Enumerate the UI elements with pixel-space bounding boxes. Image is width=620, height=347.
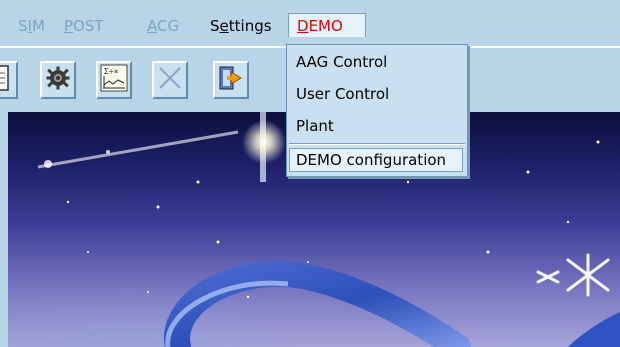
formula-chart-button[interactable]: Σ÷× xyxy=(96,61,132,99)
menu-demo-mnemonic: D xyxy=(297,17,309,35)
menu-demo[interactable]: DEMO xyxy=(288,13,366,37)
window-edge xyxy=(0,112,8,347)
menu-item-aag-control[interactable]: AAG Control xyxy=(296,53,387,71)
menu-settings-first: S xyxy=(210,17,220,35)
document-button[interactable] xyxy=(0,61,18,99)
document-icon xyxy=(0,64,12,96)
exit-button[interactable] xyxy=(213,61,249,99)
menu-sim-first: S xyxy=(18,17,28,35)
close-button[interactable] xyxy=(152,61,188,99)
menu-acg-rest: CG xyxy=(157,17,180,35)
exit-door-icon xyxy=(217,64,245,96)
menu-item-demo-configuration-label: DEMO configuration xyxy=(296,151,447,169)
menu-acg-mnemonic: A xyxy=(147,17,157,35)
menu-sim[interactable]: SIM xyxy=(18,17,45,35)
settings-gear-icon xyxy=(45,65,71,95)
menu-separator xyxy=(289,143,465,145)
menu-settings[interactable]: Settings xyxy=(210,17,272,35)
menu-bar: SIM POST ACG Settings DEMO xyxy=(0,0,620,46)
demo-dropdown-menu: AAG Control User Control Plant DEMO conf… xyxy=(286,44,468,177)
menu-item-user-control[interactable]: User Control xyxy=(296,85,389,103)
formula-chart-icon: Σ÷× xyxy=(100,64,128,96)
menu-settings-mnemonic: e xyxy=(219,17,229,35)
svg-text:Σ÷×: Σ÷× xyxy=(104,67,119,76)
menu-demo-rest: EMO xyxy=(308,17,343,35)
menu-item-demo-configuration[interactable]: DEMO configuration xyxy=(289,148,463,172)
menu-sim-rest: M xyxy=(31,17,45,35)
menu-post-mnemonic: P xyxy=(64,17,74,35)
menu-settings-rest: ttings xyxy=(228,17,272,35)
settings-button[interactable] xyxy=(40,61,76,99)
menu-item-plant[interactable]: Plant xyxy=(296,117,334,135)
menu-post-rest: OST xyxy=(73,17,104,35)
menu-acg[interactable]: ACG xyxy=(147,17,179,35)
close-x-icon xyxy=(157,65,183,95)
menu-post[interactable]: POST xyxy=(64,17,104,35)
